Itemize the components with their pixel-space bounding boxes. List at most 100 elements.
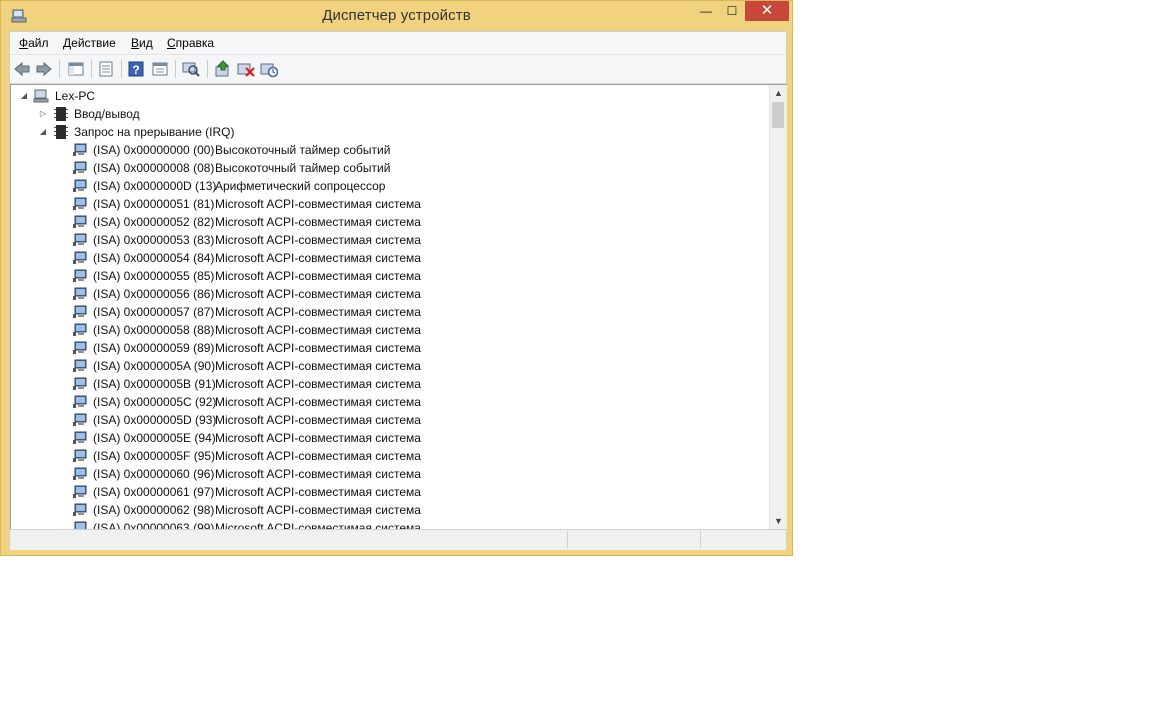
irq-row[interactable]: (ISA) 0x00000008 (08) Высокоточный таймер… — [11, 159, 771, 177]
close-button[interactable]: ✕ — [745, 1, 789, 21]
irq-row[interactable]: (ISA) 0x00000055 (85) Microsoft ACPI-совм… — [11, 267, 771, 285]
scroll-down-button[interactable]: ▼ — [770, 513, 787, 529]
menu-action-label: ействие — [71, 36, 116, 50]
irq-row[interactable]: (ISA) 0x00000052 (82) Microsoft ACPI-совм… — [11, 213, 771, 231]
irq-row[interactable]: (ISA) 0x00000054 (84) Microsoft ACPI-совм… — [11, 249, 771, 267]
toolbar-separator — [121, 60, 122, 78]
device-monitor-icon — [73, 233, 87, 246]
irq-resource: (ISA) 0x0000000D (13) — [93, 179, 217, 193]
device-monitor-icon — [73, 485, 87, 498]
expand-arrow-icon[interactable]: ▷ — [38, 105, 48, 123]
irq-device: Microsoft ACPI-совместимая система — [215, 377, 421, 391]
minimize-button[interactable]: — — [693, 1, 719, 21]
device-tree[interactable]: ◢ Lex-PC ▷ Ввод/вывод ◢ Запрос на прерыв… — [10, 84, 787, 529]
irq-row[interactable]: (ISA) 0x00000059 (89) Microsoft ACPI-совм… — [11, 339, 771, 357]
irq-resource: (ISA) 0x00000059 (89) — [93, 341, 215, 355]
irq-resource: (ISA) 0x0000005B (91) — [93, 377, 216, 391]
menu-help[interactable]: Справка — [167, 36, 214, 50]
device-monitor-icon — [73, 287, 87, 300]
menu-action[interactable]: Действие — [63, 36, 116, 50]
irq-row[interactable]: (ISA) 0x0000000D (13) Арифметический сопр… — [11, 177, 771, 195]
show-hide-console-tree-icon[interactable] — [67, 60, 85, 78]
irq-row[interactable]: (ISA) 0x0000005E (94) Microsoft ACPI-совм… — [11, 429, 771, 447]
maximize-button[interactable]: ☐ — [719, 1, 745, 21]
irq-row[interactable]: (ISA) 0x0000005C (92) Microsoft ACPI-совм… — [11, 393, 771, 411]
irq-row[interactable]: (ISA) 0x00000051 (81) Microsoft ACPI-совм… — [11, 195, 771, 213]
chip-icon — [54, 125, 68, 139]
device-manager-window: Диспетчер устройств — ☐ ✕ Файл Действие … — [0, 0, 793, 556]
menu-action-accel: Д — [63, 36, 72, 50]
irq-device: Арифметический сопроцессор — [215, 179, 386, 193]
menu-view-label: ид — [139, 36, 153, 50]
back-arrow-icon[interactable] — [13, 60, 31, 78]
irq-resource: (ISA) 0x00000000 (00) — [93, 143, 215, 157]
irq-device: Microsoft ACPI-совместимая система — [215, 503, 421, 517]
irq-row[interactable]: (ISA) 0x00000056 (86) Microsoft ACPI-совм… — [11, 285, 771, 303]
menu-view-accel: В — [131, 36, 140, 50]
category-label: Запрос на прерывание (IRQ) — [74, 125, 235, 139]
device-monitor-icon — [74, 521, 87, 529]
irq-resource: (ISA) 0x0000005E (94) — [93, 431, 216, 445]
device-monitor-icon — [73, 179, 87, 192]
status-pane-secondary — [568, 531, 701, 548]
irq-row[interactable]: (ISA) 0x00000058 (88) Microsoft ACPI-совм… — [11, 321, 771, 339]
collapse-arrow-icon[interactable]: ◢ — [38, 123, 48, 141]
irq-row[interactable]: (ISA) 0x00000053 (83) Microsoft ACPI-совм… — [11, 231, 771, 249]
irq-device: Microsoft ACPI-совместимая система — [215, 395, 421, 409]
menu-view[interactable]: Вид — [131, 36, 153, 50]
title-bar[interactable]: Диспетчер устройств — ☐ ✕ — [1, 1, 792, 31]
irq-row[interactable]: (ISA) 0x0000005D (93) Microsoft ACPI-совм… — [11, 411, 771, 429]
device-monitor-icon — [73, 143, 87, 156]
toolbar-separator — [207, 60, 208, 78]
device-monitor-icon — [73, 215, 87, 228]
device-monitor-icon — [73, 503, 87, 516]
vertical-scrollbar[interactable]: ▲ ▼ — [769, 85, 787, 529]
irq-resource: (ISA) 0x00000060 (96) — [93, 467, 215, 481]
menu-file-label: айл — [28, 36, 49, 50]
console-view-icon[interactable] — [151, 60, 169, 78]
irq-row[interactable]: (ISA) 0x00000062 (98) Microsoft ACPI-совм… — [11, 501, 771, 519]
device-monitor-icon — [73, 395, 87, 408]
tree-category[interactable]: ◢ Запрос на прерывание (IRQ) — [11, 123, 771, 141]
irq-row[interactable]: (ISA) 0x00000000 (00) Высокоточный таймер… — [11, 141, 771, 159]
device-monitor-icon — [73, 197, 87, 210]
irq-device: Microsoft ACPI-совместимая система — [215, 467, 421, 481]
tree-root[interactable]: ◢ Lex-PC — [11, 87, 771, 105]
toolbar-separator — [91, 60, 92, 78]
menu-bar: Файл Действие Вид Справка — [10, 32, 786, 55]
device-monitor-icon — [73, 449, 87, 462]
device-monitor-icon — [73, 269, 87, 282]
tree-category[interactable]: ▷ Ввод/вывод — [11, 105, 771, 123]
irq-row[interactable]: (ISA) 0x00000061 (97) Microsoft ACPI-совм… — [11, 483, 771, 501]
irq-device: Высокоточный таймер событий — [215, 161, 391, 175]
irq-resource: (ISA) 0x00000055 (85) — [93, 269, 215, 283]
uninstall-device-icon[interactable] — [260, 60, 278, 78]
update-driver-icon[interactable] — [214, 60, 232, 78]
irq-resource: (ISA) 0x0000005C (92) — [93, 395, 217, 409]
svg-text:?: ? — [132, 63, 139, 77]
chip-icon — [54, 107, 68, 121]
forward-arrow-icon[interactable] — [35, 60, 53, 78]
menu-file[interactable]: Файл — [19, 36, 49, 50]
help-icon[interactable]: ? — [127, 60, 145, 78]
tree-root-label: Lex-PC — [55, 89, 96, 103]
disable-device-icon[interactable] — [237, 60, 255, 78]
irq-resource: (ISA) 0x00000063 (99) — [93, 521, 215, 529]
computer-icon — [33, 89, 49, 103]
scan-hardware-icon[interactable] — [182, 60, 200, 78]
irq-row[interactable]: (ISA) 0x00000057 (87) Microsoft ACPI-совм… — [11, 303, 771, 321]
scroll-up-button[interactable]: ▲ — [770, 85, 787, 101]
irq-row[interactable]: (ISA) 0x0000005B (91) Microsoft ACPI-совм… — [11, 375, 771, 393]
device-monitor-icon — [73, 341, 87, 354]
irq-resource: (ISA) 0x00000058 (88) — [93, 323, 215, 337]
properties-icon[interactable] — [97, 60, 115, 78]
irq-row[interactable]: (ISA) 0x00000063 (99) Microsoft ACPI-совм… — [11, 519, 771, 529]
irq-device: Microsoft ACPI-совместимая система — [215, 323, 421, 337]
irq-row[interactable]: (ISA) 0x0000005A (90) Microsoft ACPI-совм… — [11, 357, 771, 375]
device-monitor-icon — [73, 413, 87, 426]
irq-row[interactable]: (ISA) 0x0000005F (95) Microsoft ACPI-совм… — [11, 447, 771, 465]
irq-device: Microsoft ACPI-совместимая система — [215, 431, 421, 445]
scroll-thumb[interactable] — [772, 102, 784, 128]
collapse-arrow-icon[interactable]: ◢ — [19, 87, 29, 105]
irq-row[interactable]: (ISA) 0x00000060 (96) Microsoft ACPI-совм… — [11, 465, 771, 483]
